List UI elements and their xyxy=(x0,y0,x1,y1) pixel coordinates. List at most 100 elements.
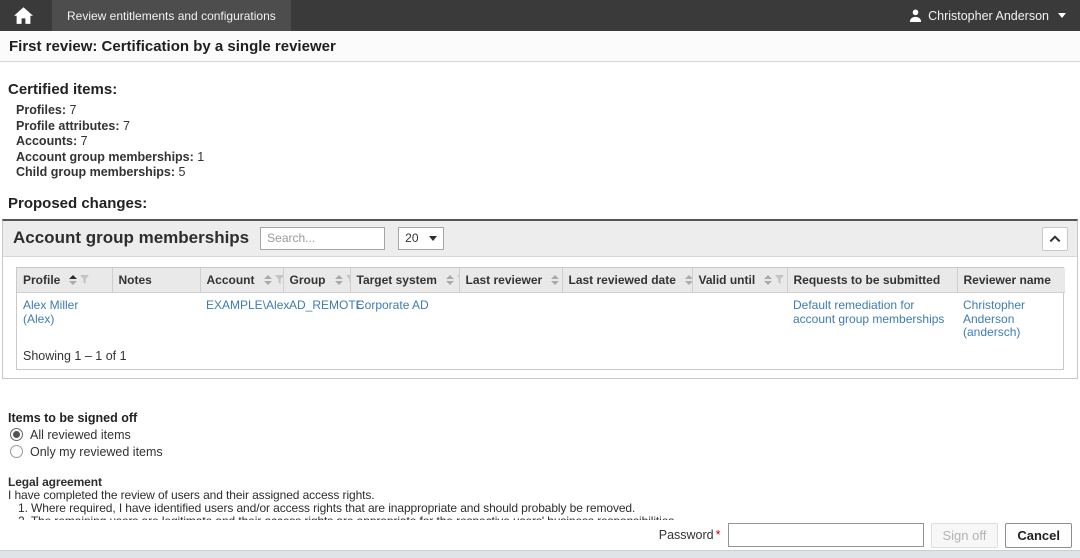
home-icon xyxy=(14,7,33,24)
cancel-button[interactable]: Cancel xyxy=(1005,523,1072,548)
page-size-value: 20 xyxy=(405,231,418,245)
table-body: Alex Miller (Alex)EXAMPLE\AlexAD_REMOTEC… xyxy=(17,293,1065,346)
top-navigation-bar: Review entitlements and configurations C… xyxy=(0,0,1080,31)
paging-summary: Showing 1 – 1 of 1 xyxy=(17,346,1063,369)
radio-button[interactable] xyxy=(10,428,23,441)
filter-funnel-icon[interactable] xyxy=(346,275,351,285)
certified-item: Account group memberships: 1 xyxy=(16,150,1072,166)
password-label: Password* xyxy=(659,528,721,542)
panel-body: Profile Notes Account Group Target system Las… xyxy=(3,257,1077,378)
column-header-requests-to-be-submitted: Requests to be submitted xyxy=(787,268,957,293)
filter-funnel-icon[interactable] xyxy=(275,275,284,285)
certified-item: Profile attributes: 7 xyxy=(16,119,1072,135)
certified-item-label: Profiles: xyxy=(16,103,66,117)
column-label: Reviewer name xyxy=(964,273,1051,287)
column-header-profile[interactable]: Profile xyxy=(17,268,112,293)
column-header-account[interactable]: Account xyxy=(200,268,283,293)
column-header-target-system[interactable]: Target system xyxy=(350,268,459,293)
table-cell-requests-to-be-submitted: Default remediation for account group me… xyxy=(787,293,957,346)
cell-link[interactable]: EXAMPLE\Alex xyxy=(206,298,289,312)
page-title: First review: Certification by a single … xyxy=(9,38,336,55)
table-cell-reviewer-name: Christopher Anderson (andersch) xyxy=(957,293,1065,346)
column-header-valid-until[interactable]: Valid until xyxy=(692,268,787,293)
column-label: Valid until xyxy=(699,273,756,287)
certified-item-label: Account group memberships: xyxy=(16,150,194,164)
certified-item-label: Accounts: xyxy=(16,134,77,148)
table-header-row: Profile Notes Account Group Target system Las… xyxy=(17,268,1065,293)
search-input[interactable] xyxy=(260,227,385,250)
cell-link[interactable]: Corporate AD xyxy=(356,298,429,312)
radio-label: Only my reviewed items xyxy=(30,445,163,459)
sign-off-button[interactable]: Sign off xyxy=(931,523,999,548)
certified-item-value: 1 xyxy=(194,150,204,164)
sort-icon[interactable] xyxy=(264,275,272,285)
footer-strip xyxy=(0,550,1080,558)
column-label: Profile xyxy=(23,273,60,287)
select-caret-icon xyxy=(429,236,437,241)
radio-button[interactable] xyxy=(10,445,23,458)
column-icons xyxy=(69,275,89,285)
cell-link[interactable]: AD_REMOTE xyxy=(289,298,364,312)
certified-item-value: 7 xyxy=(120,119,130,133)
certified-item-label: Profile attributes: xyxy=(16,119,120,133)
sort-icon[interactable] xyxy=(335,275,343,285)
filter-funnel-icon[interactable] xyxy=(80,275,89,285)
table-cell-last-reviewer xyxy=(459,293,562,346)
certified-items-section: Certified items: Profiles: 7Profile attr… xyxy=(0,81,1080,181)
column-header-last-reviewed-date[interactable]: Last reviewed date xyxy=(562,268,692,293)
page-title-bar: First review: Certification by a single … xyxy=(0,31,1080,62)
data-grid: Profile Notes Account Group Target system Las… xyxy=(16,267,1064,370)
sort-icon[interactable] xyxy=(551,275,559,285)
certified-item: Child group memberships: 5 xyxy=(16,165,1072,181)
table-cell-target-system: Corporate AD xyxy=(350,293,459,346)
column-label: Group xyxy=(290,273,326,287)
column-icons xyxy=(335,275,351,285)
memberships-table: Profile Notes Account Group Target system Las… xyxy=(17,268,1065,346)
table-cell-notes xyxy=(112,293,200,346)
radio-option-only-my-reviewed-items[interactable]: Only my reviewed items xyxy=(10,445,1072,459)
tab-review-entitlements[interactable]: Review entitlements and configurations xyxy=(52,0,291,31)
table-cell-profile: Alex Miller (Alex) xyxy=(17,293,112,346)
sort-icon[interactable] xyxy=(69,275,77,285)
filter-funnel-icon[interactable] xyxy=(775,275,784,285)
column-label: Last reviewed date xyxy=(569,273,676,287)
certified-items-list: Profiles: 7Profile attributes: 7Accounts… xyxy=(16,103,1072,181)
certified-item: Accounts: 7 xyxy=(16,134,1072,150)
cell-link[interactable]: Default remediation for account group me… xyxy=(793,298,944,326)
sort-icon[interactable] xyxy=(685,275,692,285)
chevron-down-icon xyxy=(1058,13,1066,18)
account-group-memberships-panel: Account group memberships 20 Profile Note… xyxy=(2,219,1078,379)
required-marker: * xyxy=(716,528,721,542)
user-name: Christopher Anderson xyxy=(928,9,1049,23)
home-button[interactable] xyxy=(0,0,46,31)
panel-title: Account group memberships xyxy=(13,228,249,248)
cell-link[interactable]: Alex Miller (Alex) xyxy=(23,298,78,326)
column-icons xyxy=(685,275,692,285)
footer: Password* Sign off Cancel xyxy=(0,520,1080,558)
column-label: Notes xyxy=(119,273,152,287)
panel-header: Account group memberships 20 xyxy=(3,221,1077,257)
password-label-text: Password xyxy=(659,528,714,542)
certified-item-value: 7 xyxy=(66,103,76,117)
radio-option-all-reviewed-items[interactable]: All reviewed items xyxy=(10,428,1072,442)
user-menu[interactable]: Christopher Anderson xyxy=(909,9,1080,23)
collapse-panel-button[interactable] xyxy=(1042,227,1068,251)
sort-icon[interactable] xyxy=(446,275,454,285)
certified-items-heading: Certified items: xyxy=(8,81,1072,98)
page-size-select[interactable]: 20 xyxy=(398,227,444,250)
certified-item: Profiles: 7 xyxy=(16,103,1072,119)
proposed-changes-heading: Proposed changes: xyxy=(8,195,1072,212)
cell-link[interactable]: Christopher Anderson (andersch) xyxy=(963,298,1025,339)
column-icons xyxy=(551,275,562,285)
password-input[interactable] xyxy=(728,523,924,547)
column-label: Account xyxy=(207,273,255,287)
table-cell-account: EXAMPLE\Alex xyxy=(200,293,283,346)
person-icon xyxy=(909,9,922,22)
table-row: Alex Miller (Alex)EXAMPLE\AlexAD_REMOTEC… xyxy=(17,293,1065,346)
column-header-last-reviewer[interactable]: Last reviewer xyxy=(459,268,562,293)
column-header-group[interactable]: Group xyxy=(283,268,350,293)
sort-icon[interactable] xyxy=(764,275,772,285)
column-label: Last reviewer xyxy=(466,273,543,287)
footer-actions: Password* Sign off Cancel xyxy=(0,520,1080,550)
column-label: Requests to be submitted xyxy=(794,273,941,287)
